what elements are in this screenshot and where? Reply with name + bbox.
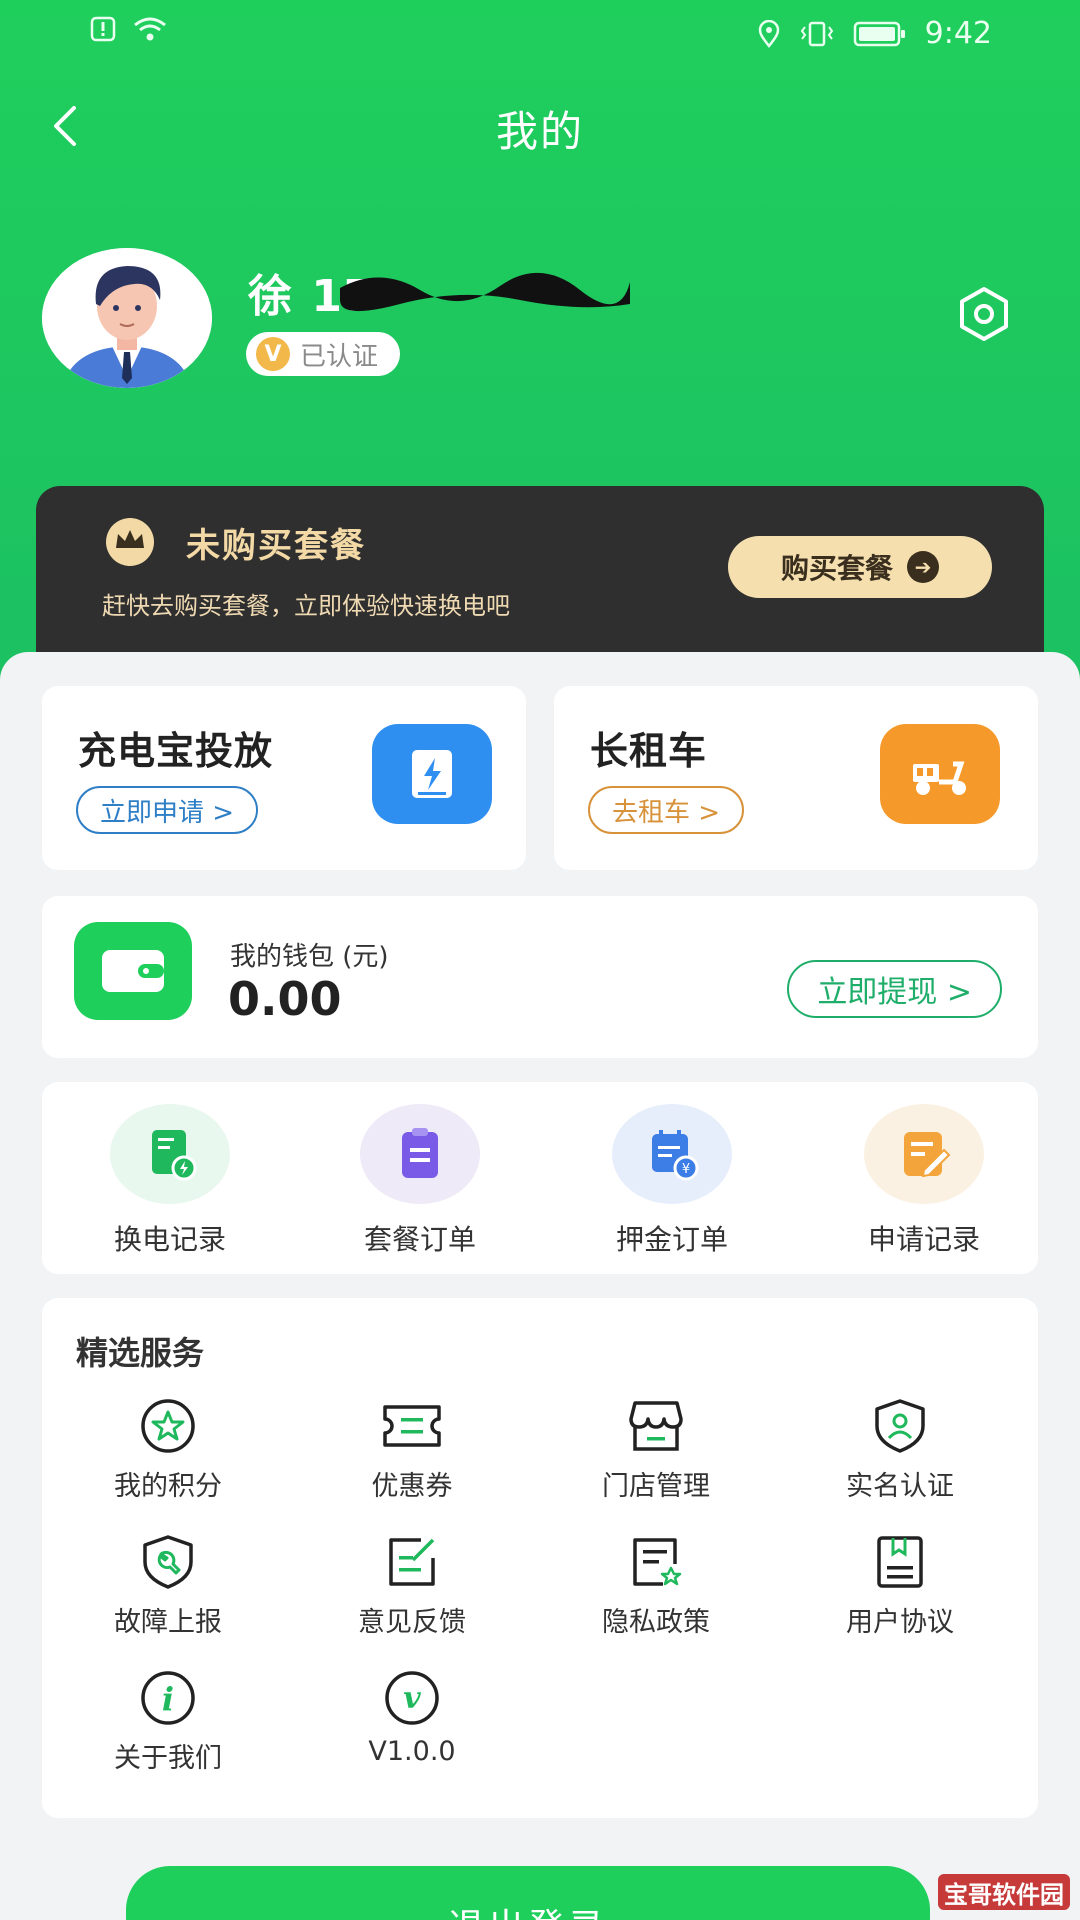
version-glyph: v <box>403 1681 421 1716</box>
location-icon <box>757 19 781 48</box>
status-time: 9:42 <box>924 16 992 51</box>
settings-gear-icon[interactable] <box>955 285 1013 343</box>
service-label: 隐私政策 <box>602 1607 710 1638</box>
service-label: 意见反馈 <box>358 1607 466 1638</box>
service-label: 关于我们 <box>114 1743 222 1774</box>
service-points[interactable]: 我的积分 <box>68 1398 268 1503</box>
power-bank-icon <box>372 724 492 824</box>
vip-banner: 未购买套餐 赶快去购买套餐，立即体验快速换电吧 购买套餐 ➔ <box>36 486 1044 666</box>
long-rental-title: 长租车 <box>590 729 708 773</box>
buy-package-label: 购买套餐 <box>780 552 893 585</box>
avatar[interactable] <box>42 248 212 388</box>
agreement-icon <box>868 1534 932 1590</box>
alert-icon <box>90 16 116 42</box>
redaction-scribble <box>340 272 630 312</box>
privacy-icon <box>624 1534 688 1590</box>
order-item-application[interactable]: 申请记录 <box>834 1104 1014 1258</box>
order-item-deposit[interactable]: ¥ 押金订单 <box>582 1104 762 1258</box>
star-icon <box>136 1398 200 1454</box>
apply-now-button[interactable]: 立即申请 > <box>76 786 259 834</box>
info-glyph: i <box>162 1680 174 1718</box>
service-store[interactable]: 门店管理 <box>556 1398 756 1503</box>
long-rental-card[interactable]: 长租车 去租车 > <box>554 686 1038 870</box>
service-label: 用户协议 <box>846 1607 954 1638</box>
service-label: 优惠券 <box>371 1471 453 1502</box>
withdraw-button[interactable]: 立即提现 > <box>787 960 1002 1018</box>
arrow-right-icon: ➔ <box>907 551 939 583</box>
service-label: 我的积分 <box>114 1471 222 1502</box>
order-item-package[interactable]: 套餐订单 <box>330 1104 510 1258</box>
service-feedback[interactable]: 意见反馈 <box>312 1534 512 1639</box>
buy-package-button[interactable]: 购买套餐 ➔ <box>728 536 992 598</box>
vip-subtitle: 赶快去购买套餐，立即体验快速换电吧 <box>102 592 510 620</box>
version-icon: v <box>380 1670 444 1726</box>
services-card: 精选服务 我的积分 优惠券 门店管理 实名认证 故障上报 意见反馈 隐私政策 用… <box>42 1298 1038 1818</box>
service-label: 故障上报 <box>114 1607 222 1638</box>
service-user-agreement[interactable]: 用户协议 <box>800 1534 1000 1639</box>
battery-swap-record-icon <box>110 1104 230 1204</box>
wallet-icon <box>74 922 192 1020</box>
services-title: 精选服务 <box>76 1334 205 1372</box>
order-item-battery-swap[interactable]: 换电记录 <box>80 1104 260 1258</box>
order-label: 套餐订单 <box>363 1223 476 1256</box>
order-label: 换电记录 <box>113 1223 226 1256</box>
power-bank-title: 充电宝投放 <box>78 729 274 773</box>
service-privacy[interactable]: 隐私政策 <box>556 1534 756 1639</box>
wallet-card: 我的钱包 (元) 0.00 立即提现 > <box>42 896 1038 1058</box>
verified-label: 已认证 <box>300 341 379 372</box>
wrench-icon <box>136 1534 200 1590</box>
order-label: 申请记录 <box>867 1223 980 1256</box>
service-version[interactable]: v V1.0.0 <box>312 1670 512 1767</box>
wifi-icon <box>132 16 168 42</box>
svg-text:¥: ¥ <box>682 1162 690 1177</box>
power-bank-card[interactable]: 充电宝投放 立即申请 > <box>42 686 526 870</box>
service-fault-report[interactable]: 故障上报 <box>68 1534 268 1639</box>
service-coupon[interactable]: 优惠券 <box>312 1398 512 1503</box>
package-order-icon <box>360 1104 480 1204</box>
info-icon: i <box>136 1670 200 1726</box>
crown-icon <box>102 516 158 568</box>
page-title: 我的 <box>495 107 584 156</box>
user-profile: 徐 17 V 已认证 <box>40 248 1040 388</box>
shield-user-icon <box>868 1398 932 1454</box>
order-label: 押金订单 <box>615 1223 728 1256</box>
verified-badge: V 已认证 <box>246 332 401 376</box>
top-navigation: 我的 <box>0 70 1080 180</box>
service-about-us[interactable]: i 关于我们 <box>68 1670 268 1775</box>
status-bar: 9:42 <box>0 0 1080 70</box>
deposit-order-icon: ¥ <box>612 1104 732 1204</box>
vibrate-icon <box>799 20 835 48</box>
service-label: 实名认证 <box>846 1471 954 1502</box>
scooter-icon <box>880 724 1000 824</box>
service-label: 门店管理 <box>602 1471 710 1502</box>
service-label: V1.0.0 <box>368 1736 456 1767</box>
wallet-label: 我的钱包 (元) <box>230 942 389 972</box>
logout-button[interactable]: 退出登录 <box>126 1866 930 1920</box>
coupon-icon <box>380 1398 444 1454</box>
service-real-name[interactable]: 实名认证 <box>800 1398 1000 1503</box>
orders-card: 换电记录 套餐订单 ¥ 押金订单 申请记录 <box>42 1082 1038 1274</box>
go-rent-button[interactable]: 去租车 > <box>588 786 745 834</box>
wallet-balance: 0.00 <box>228 972 342 1026</box>
watermark-logo: 宝哥软件园 <box>938 1874 1070 1910</box>
battery-icon <box>853 20 907 48</box>
store-icon <box>624 1398 688 1454</box>
verified-v-icon: V <box>256 337 290 371</box>
vip-title: 未购买套餐 <box>186 526 366 566</box>
application-record-icon <box>864 1104 984 1204</box>
feedback-icon <box>380 1534 444 1590</box>
